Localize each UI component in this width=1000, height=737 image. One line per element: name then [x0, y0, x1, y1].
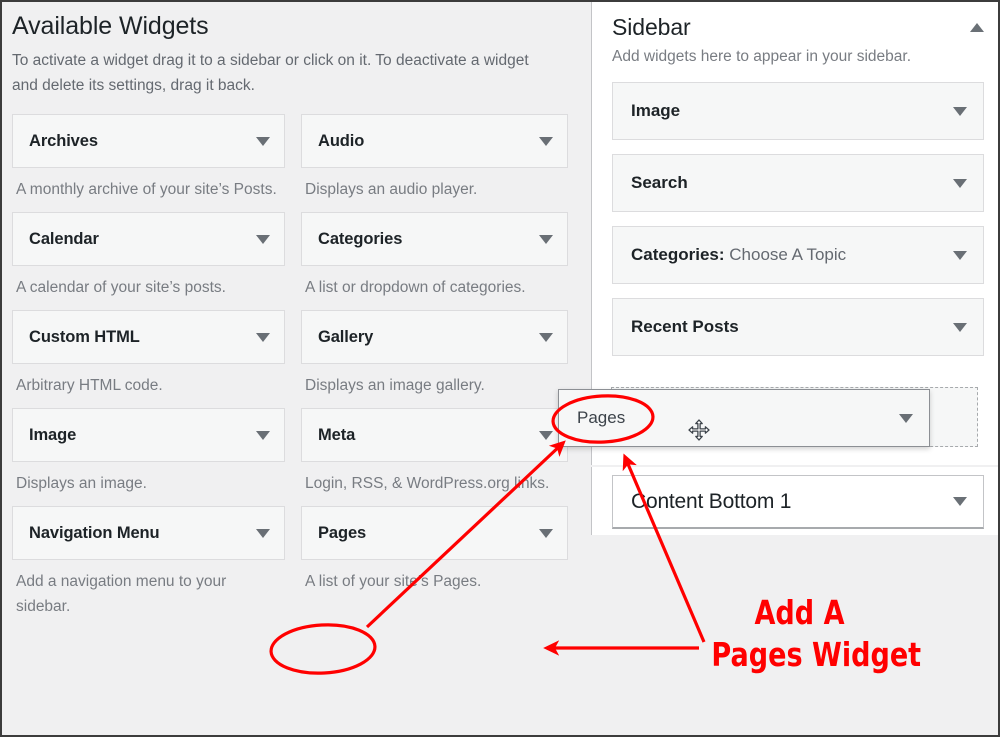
chevron-down-icon[interactable]: [539, 136, 553, 146]
widget-title: Image: [29, 425, 77, 444]
widget-title: Pages: [318, 523, 367, 542]
widget-description: A list or dropdown of categories.: [305, 279, 526, 296]
widget-pages[interactable]: Pages: [301, 506, 568, 560]
widget-title: Recent Posts: [631, 317, 739, 336]
content-bottom-title: Content Bottom 1: [631, 489, 792, 513]
widget-description: Displays an audio player.: [305, 181, 478, 198]
widget-grid: Archives A monthly archive of your site’…: [12, 114, 578, 629]
dragged-widget-pages[interactable]: Pages: [558, 389, 930, 447]
chevron-down-icon[interactable]: [256, 332, 270, 342]
widget-title-instance: Choose A Topic: [729, 245, 847, 264]
chevron-down-icon[interactable]: [539, 332, 553, 342]
widget-description: Add a navigation menu to your sidebar.: [16, 573, 227, 615]
chevron-down-icon[interactable]: [256, 136, 270, 146]
move-cursor-icon: [688, 419, 710, 441]
widget-description: Login, RSS, & WordPress.org links.: [305, 475, 550, 492]
widget-cell: Gallery Displays an image gallery.: [301, 310, 568, 408]
widget-title: Audio: [318, 131, 365, 150]
widget-audio[interactable]: Audio: [301, 114, 568, 168]
widget-cell: Audio Displays an audio player.: [301, 114, 568, 212]
widget-cell: Navigation Menu Add a navigation menu to…: [12, 506, 285, 629]
sidebar-panel-title: Sidebar: [612, 14, 691, 40]
widget-calendar[interactable]: Calendar: [12, 212, 285, 266]
chevron-down-icon[interactable]: [256, 430, 270, 440]
widget-title: Image: [631, 101, 681, 120]
widget-title: Search: [631, 173, 688, 192]
page-title: Available Widgets: [12, 12, 209, 40]
widget-navigation-menu[interactable]: Navigation Menu: [12, 506, 285, 560]
widget-title: Gallery: [318, 327, 374, 346]
chevron-down-icon[interactable]: [256, 234, 270, 244]
chevron-down-icon[interactable]: [899, 413, 913, 423]
widget-description: Displays an image gallery.: [305, 377, 485, 394]
widget-categories[interactable]: Categories: [301, 212, 568, 266]
widget-title: Categories: [318, 229, 403, 248]
available-widgets-description: To activate a widget drag it to a sideba…: [12, 52, 529, 94]
chevron-down-icon[interactable]: [953, 178, 967, 188]
widget-cell: Calendar A calendar of your site’s posts…: [12, 212, 285, 310]
screenshot-root: Available Widgets To activate a widget d…: [0, 0, 1000, 737]
widget-description: A calendar of your site’s posts.: [16, 279, 226, 296]
chevron-down-icon[interactable]: [953, 250, 967, 260]
widget-title: Meta: [318, 425, 356, 444]
widget-column-left: Archives A monthly archive of your site’…: [12, 114, 295, 629]
widget-custom-html[interactable]: Custom HTML: [12, 310, 285, 364]
widget-cell: Archives A monthly archive of your site’…: [12, 114, 285, 212]
content-bottom-panel: Content Bottom 1: [591, 467, 998, 535]
widget-description: A list of your site’s Pages.: [305, 573, 482, 590]
chevron-down-icon[interactable]: [256, 528, 270, 538]
widget-title: Categories: Choose A Topic: [631, 245, 846, 265]
widget-cell: Custom HTML Arbitrary HTML code.: [12, 310, 285, 408]
chevron-down-icon[interactable]: [953, 322, 967, 332]
sidebar-widget-categories[interactable]: Categories: Choose A Topic: [612, 226, 984, 284]
widget-meta[interactable]: Meta: [301, 408, 568, 462]
sidebar-widget-image[interactable]: Image: [612, 82, 984, 140]
widget-cell: Categories A list or dropdown of categor…: [301, 212, 568, 310]
widget-image[interactable]: Image: [12, 408, 285, 462]
widget-description: Arbitrary HTML code.: [16, 377, 163, 394]
sidebar-panel-description: Add widgets here to appear in your sideb…: [612, 48, 911, 65]
widget-title: Custom HTML: [29, 327, 140, 346]
chevron-down-icon[interactable]: [953, 497, 967, 506]
widget-description: A monthly archive of your site’s Posts.: [16, 181, 277, 198]
widget-cell: Image Displays an image.: [12, 408, 285, 506]
chevron-down-icon[interactable]: [539, 528, 553, 538]
chevron-up-icon[interactable]: [970, 23, 984, 32]
widget-cell: Pages A list of your site’s Pages.: [301, 506, 568, 604]
widget-gallery[interactable]: Gallery: [301, 310, 568, 364]
widget-description: Displays an image.: [16, 475, 147, 492]
widget-archives[interactable]: Archives: [12, 114, 285, 168]
chevron-down-icon[interactable]: [539, 430, 553, 440]
sidebar-panel-header[interactable]: Sidebar: [612, 12, 984, 42]
chevron-down-icon[interactable]: [953, 106, 967, 116]
widget-cell: Meta Login, RSS, & WordPress.org links.: [301, 408, 568, 506]
widget-column-right: Audio Displays an audio player. Categori…: [295, 114, 578, 629]
sidebar-widget-recent-posts[interactable]: Recent Posts: [612, 298, 984, 356]
widget-title: Calendar: [29, 229, 99, 248]
available-widgets-panel: Available Widgets To activate a widget d…: [2, 2, 590, 735]
content-bottom-header[interactable]: Content Bottom 1: [612, 475, 984, 529]
widget-title-label: Categories:: [631, 245, 725, 264]
annotation-text-line2: Pages Widget: [711, 635, 922, 674]
widget-title: Archives: [29, 131, 98, 150]
chevron-down-icon[interactable]: [539, 234, 553, 244]
annotation-text-line1: Add A: [754, 593, 845, 632]
widget-title: Pages: [577, 408, 626, 427]
widget-title: Navigation Menu: [29, 523, 160, 542]
sidebar-widget-search[interactable]: Search: [612, 154, 984, 212]
